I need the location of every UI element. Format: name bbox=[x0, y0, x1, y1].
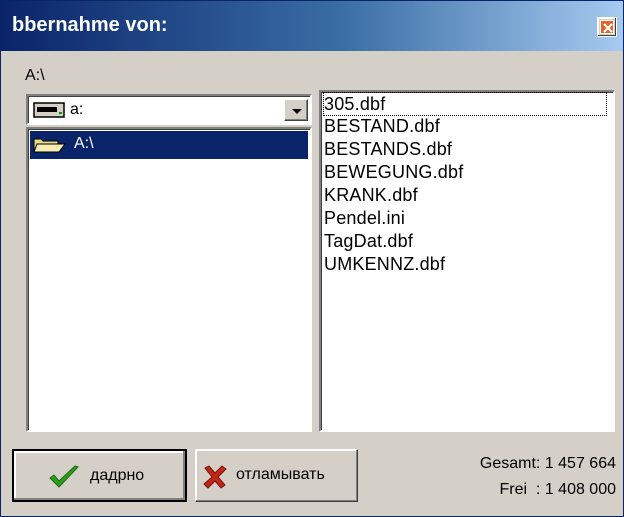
directory-list[interactable]: A:\ bbox=[26, 127, 312, 432]
file-list-item[interactable]: Pendel.ini bbox=[324, 207, 405, 229]
cancel-button[interactable]: отламывать bbox=[195, 449, 358, 502]
directory-item-root[interactable]: A:\ bbox=[30, 131, 308, 159]
file-list-item[interactable]: TagDat.dbf bbox=[324, 230, 413, 252]
drive-dropdown-button[interactable] bbox=[284, 99, 308, 121]
file-list-item[interactable]: BEWEGUNG.dbf bbox=[324, 161, 463, 183]
file-list-item[interactable]: 305.dbf bbox=[323, 92, 607, 116]
file-list-item[interactable]: BESTANDS.dbf bbox=[324, 138, 452, 160]
x-icon bbox=[202, 464, 228, 495]
directory-item-label: A:\ bbox=[74, 135, 94, 152]
file-list-item[interactable]: BESTAND.dbf bbox=[324, 115, 440, 137]
close-icon bbox=[600, 20, 614, 34]
ok-button[interactable]: дадрно bbox=[12, 449, 187, 502]
close-button[interactable] bbox=[597, 17, 617, 37]
chevron-down-icon bbox=[292, 109, 302, 114]
file-list-item[interactable]: UMKENNZ.dbf bbox=[324, 253, 445, 275]
ok-button-label: дадрно bbox=[90, 467, 145, 484]
current-path-label: A:\ bbox=[25, 67, 45, 84]
drive-select-value: a: bbox=[70, 101, 84, 118]
disk-stats: Gesamt: 1 457 664 Frei : 1 408 000 bbox=[411, 451, 616, 503]
file-list-item[interactable]: KRANK.dbf bbox=[324, 184, 418, 206]
floppy-drive-icon bbox=[33, 101, 65, 124]
disk-free-label: Frei : 1 408 000 bbox=[499, 481, 616, 498]
open-folder-icon bbox=[32, 135, 68, 160]
window-title: bbernahme von: bbox=[12, 14, 168, 36]
disk-total-label: Gesamt: 1 457 664 bbox=[479, 455, 616, 472]
cancel-button-label: отламывать bbox=[236, 466, 325, 483]
file-list[interactable]: 305.dbf BESTAND.dbf BESTANDS.dbf BEWEGUN… bbox=[319, 90, 615, 432]
transfer-dialog: bbernahme von: A:\ a: A:\ 305.dbf BESTAN… bbox=[0, 0, 624, 517]
title-bar[interactable]: bbernahme von: bbox=[1, 1, 623, 51]
checkmark-icon bbox=[48, 465, 80, 494]
drive-select[interactable]: a: bbox=[26, 94, 312, 125]
